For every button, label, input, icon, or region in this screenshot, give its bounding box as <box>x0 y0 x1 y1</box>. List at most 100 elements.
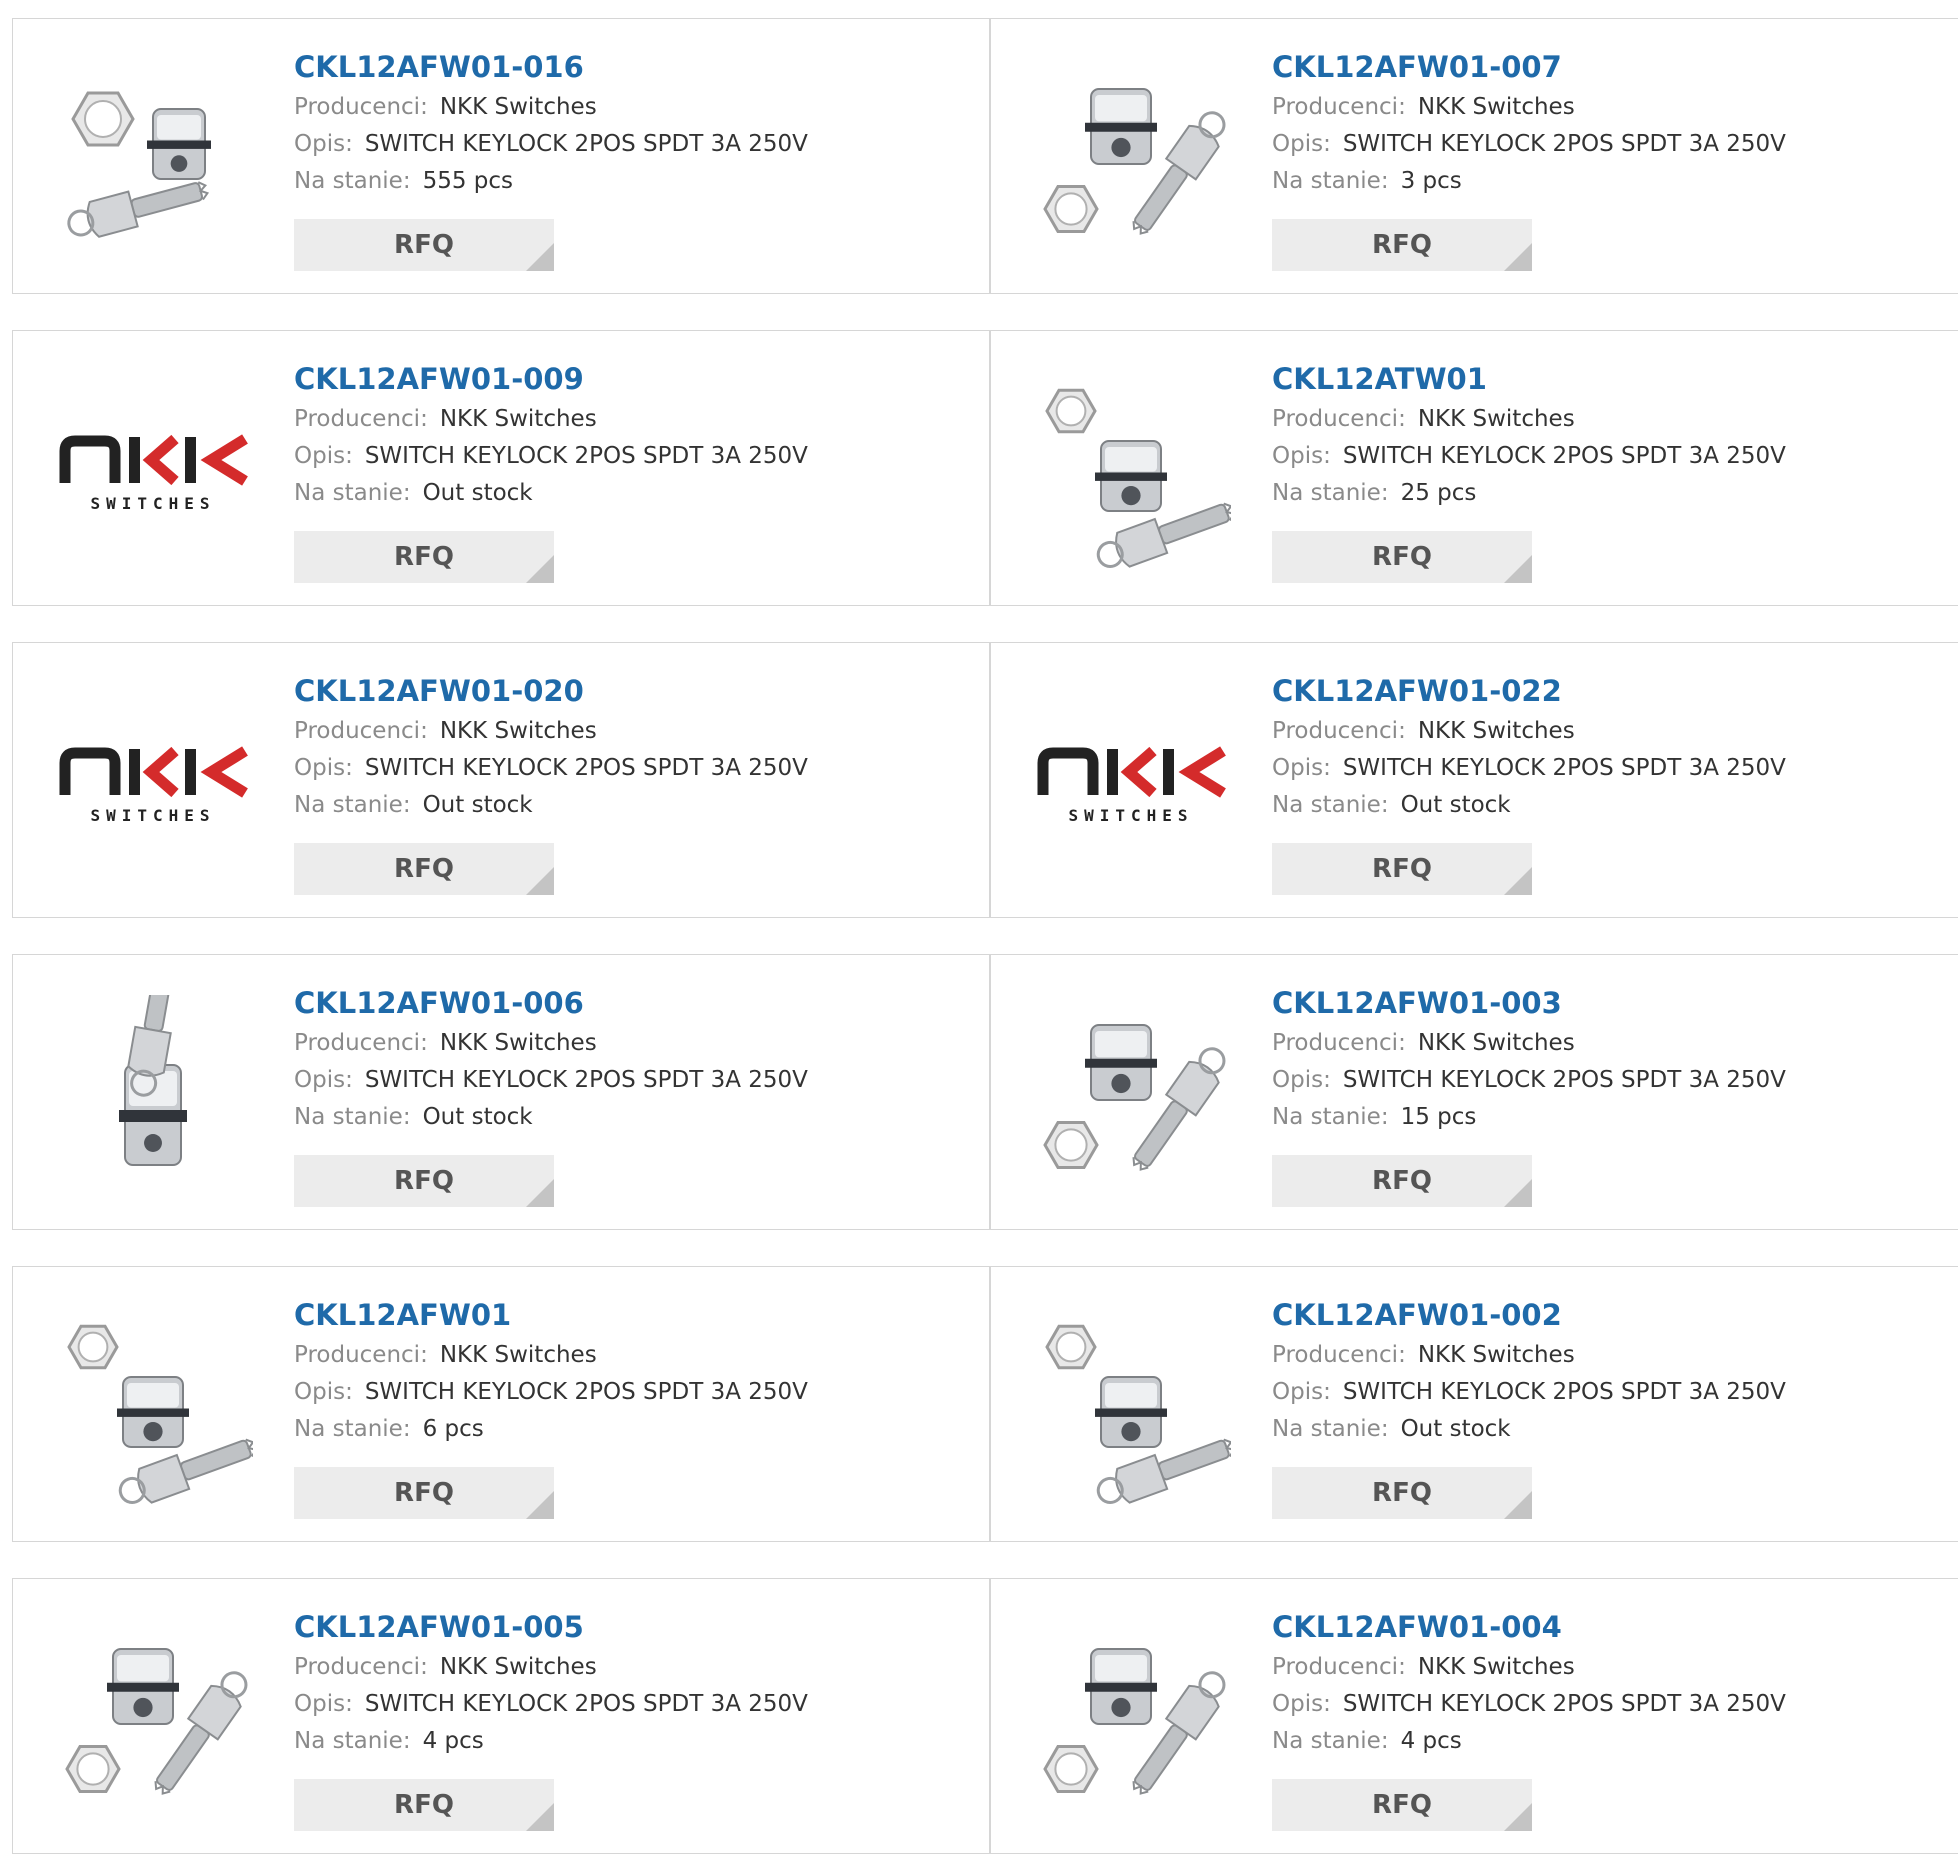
rfq-button[interactable]: RFQ <box>294 1779 554 1831</box>
part-number-link[interactable]: CKL12AFW01-009 <box>294 361 969 401</box>
product-info: CKL12AFW01-002 Producenci: NKK Switches Opi… <box>1272 1297 1949 1448</box>
product-info: CKL12AFW01-005 Producenci: NKK Switches Opi… <box>294 1609 969 1760</box>
stock-row: Na stanie: Out stock <box>1272 1411 1949 1448</box>
description-value: SWITCH KEYLOCK 2POS SPDT 3A 250V <box>1342 1379 1786 1405</box>
rfq-label: RFQ <box>394 542 454 572</box>
product-image[interactable] <box>53 995 253 1195</box>
rfq-button[interactable]: RFQ <box>1272 531 1532 583</box>
part-number-link[interactable]: CKL12AFW01-007 <box>1272 49 1949 89</box>
product-image[interactable] <box>1031 995 1231 1195</box>
description-value: SWITCH KEYLOCK 2POS SPDT 3A 250V <box>1342 1067 1786 1093</box>
rfq-button[interactable]: RFQ <box>294 219 554 271</box>
rfq-button[interactable]: RFQ <box>294 1155 554 1207</box>
rfq-corner-decoration <box>1504 243 1532 271</box>
product-card: CKL12AFW01-016 Producenci: NKK Switches Opi… <box>12 18 990 294</box>
rfq-button[interactable]: RFQ <box>1272 1155 1532 1207</box>
keylock-switch-photo <box>1043 1024 1226 1171</box>
stock-value: Out stock <box>422 1104 533 1130</box>
part-number-link[interactable]: CKL12ATW01 <box>1272 361 1949 401</box>
stock-row: Na stanie: 25 pcs <box>1272 475 1949 512</box>
description-value: SWITCH KEYLOCK 2POS SPDT 3A 250V <box>1342 131 1786 157</box>
stock-label: Na stanie: <box>1272 1728 1389 1754</box>
product-image[interactable]: SWITCHES <box>53 371 253 571</box>
product-image[interactable]: SWITCHES <box>53 683 253 883</box>
keylock-switch-photo <box>1043 1648 1226 1795</box>
product-image[interactable] <box>53 1619 253 1819</box>
stock-value: Out stock <box>422 792 533 818</box>
product-card: CKL12AFW01 Producenci: NKK Switches Opis: SW… <box>12 1266 990 1542</box>
rfq-button[interactable]: RFQ <box>1272 219 1532 271</box>
part-number-link[interactable]: CKL12AFW01-004 <box>1272 1609 1949 1649</box>
product-image[interactable] <box>1031 1619 1231 1819</box>
description-label: Opis: <box>294 443 353 469</box>
part-number-link[interactable]: CKL12AFW01-016 <box>294 49 969 89</box>
stock-row: Na stanie: 15 pcs <box>1272 1099 1949 1136</box>
part-number-link[interactable]: CKL12AFW01-002 <box>1272 1297 1949 1337</box>
product-image[interactable] <box>1031 59 1231 259</box>
rfq-label: RFQ <box>394 1478 454 1508</box>
stock-row: Na stanie: Out stock <box>294 787 969 824</box>
part-number-link[interactable]: CKL12AFW01 <box>294 1297 969 1337</box>
manufacturer-row: Producenci: NKK Switches <box>294 89 969 126</box>
rfq-button[interactable]: RFQ <box>294 531 554 583</box>
manufacturer-row: Producenci: NKK Switches <box>1272 713 1949 750</box>
manufacturer-label: Producenci: <box>294 718 428 744</box>
product-image[interactable] <box>1031 371 1231 571</box>
rfq-corner-decoration <box>1504 555 1532 583</box>
stock-label: Na stanie: <box>294 1728 411 1754</box>
stock-row: Na stanie: Out stock <box>1272 787 1949 824</box>
manufacturer-value: NKK Switches <box>1417 94 1575 120</box>
rfq-corner-decoration <box>1504 1803 1532 1831</box>
product-card: CKL12AFW01-006 Producenci: NKK Switches Opi… <box>12 954 990 1230</box>
manufacturer-row: Producenci: NKK Switches <box>294 1649 969 1686</box>
part-number-link[interactable]: CKL12AFW01-022 <box>1272 673 1949 713</box>
manufacturer-label: Producenci: <box>1272 1030 1406 1056</box>
stock-row: Na stanie: 6 pcs <box>294 1411 969 1448</box>
stock-row: Na stanie: Out stock <box>294 475 969 512</box>
product-info: CKL12AFW01-020 Producenci: NKK Switches Opi… <box>294 673 969 824</box>
stock-value: 6 pcs <box>422 1416 484 1442</box>
rfq-button[interactable]: RFQ <box>294 843 554 895</box>
description-value: SWITCH KEYLOCK 2POS SPDT 3A 250V <box>364 443 808 469</box>
description-value: SWITCH KEYLOCK 2POS SPDT 3A 250V <box>1342 1691 1786 1717</box>
product-image[interactable] <box>1031 1307 1231 1507</box>
stock-row: Na stanie: 4 pcs <box>294 1723 969 1760</box>
rfq-corner-decoration <box>526 1803 554 1831</box>
nkk-switches-logo: SWITCHES <box>59 434 248 513</box>
manufacturer-label: Producenci: <box>1272 94 1406 120</box>
stock-value: 4 pcs <box>422 1728 484 1754</box>
description-row: Opis: SWITCH KEYLOCK 2POS SPDT 3A 250V <box>294 1374 969 1411</box>
stock-value: 4 pcs <box>1400 1728 1462 1754</box>
nkk-switches-logo: SWITCHES <box>59 746 248 825</box>
part-number-link[interactable]: CKL12AFW01-003 <box>1272 985 1949 1025</box>
stock-label: Na stanie: <box>294 168 411 194</box>
rfq-corner-decoration <box>526 555 554 583</box>
product-card: CKL12AFW01-005 Producenci: NKK Switches Opi… <box>12 1578 990 1854</box>
rfq-label: RFQ <box>394 854 454 884</box>
rfq-button[interactable]: RFQ <box>294 1467 554 1519</box>
manufacturer-row: Producenci: NKK Switches <box>294 1025 969 1062</box>
description-row: Opis: SWITCH KEYLOCK 2POS SPDT 3A 250V <box>1272 750 1949 787</box>
description-label: Opis: <box>294 1067 353 1093</box>
rfq-button[interactable]: RFQ <box>1272 843 1532 895</box>
part-number-link[interactable]: CKL12AFW01-020 <box>294 673 969 713</box>
manufacturer-row: Producenci: NKK Switches <box>294 713 969 750</box>
manufacturer-value: NKK Switches <box>439 1654 597 1680</box>
product-image[interactable] <box>53 1307 253 1507</box>
stock-value: Out stock <box>422 480 533 506</box>
product-info: CKL12AFW01-006 Producenci: NKK Switches Opi… <box>294 985 969 1136</box>
description-row: Opis: SWITCH KEYLOCK 2POS SPDT 3A 250V <box>1272 1062 1949 1099</box>
stock-value: 25 pcs <box>1400 480 1477 506</box>
description-label: Opis: <box>1272 1379 1331 1405</box>
part-number-link[interactable]: CKL12AFW01-006 <box>294 985 969 1025</box>
rfq-button[interactable]: RFQ <box>1272 1467 1532 1519</box>
part-number-link[interactable]: CKL12AFW01-005 <box>294 1609 969 1649</box>
rfq-corner-decoration <box>526 1491 554 1519</box>
stock-value: 3 pcs <box>1400 168 1462 194</box>
stock-value: 555 pcs <box>422 168 514 194</box>
svg-text:SWITCHES: SWITCHES <box>90 494 215 513</box>
product-image[interactable] <box>53 59 253 259</box>
rfq-button[interactable]: RFQ <box>1272 1779 1532 1831</box>
product-image[interactable]: SWITCHES <box>1031 683 1231 883</box>
manufacturer-label: Producenci: <box>1272 1654 1406 1680</box>
